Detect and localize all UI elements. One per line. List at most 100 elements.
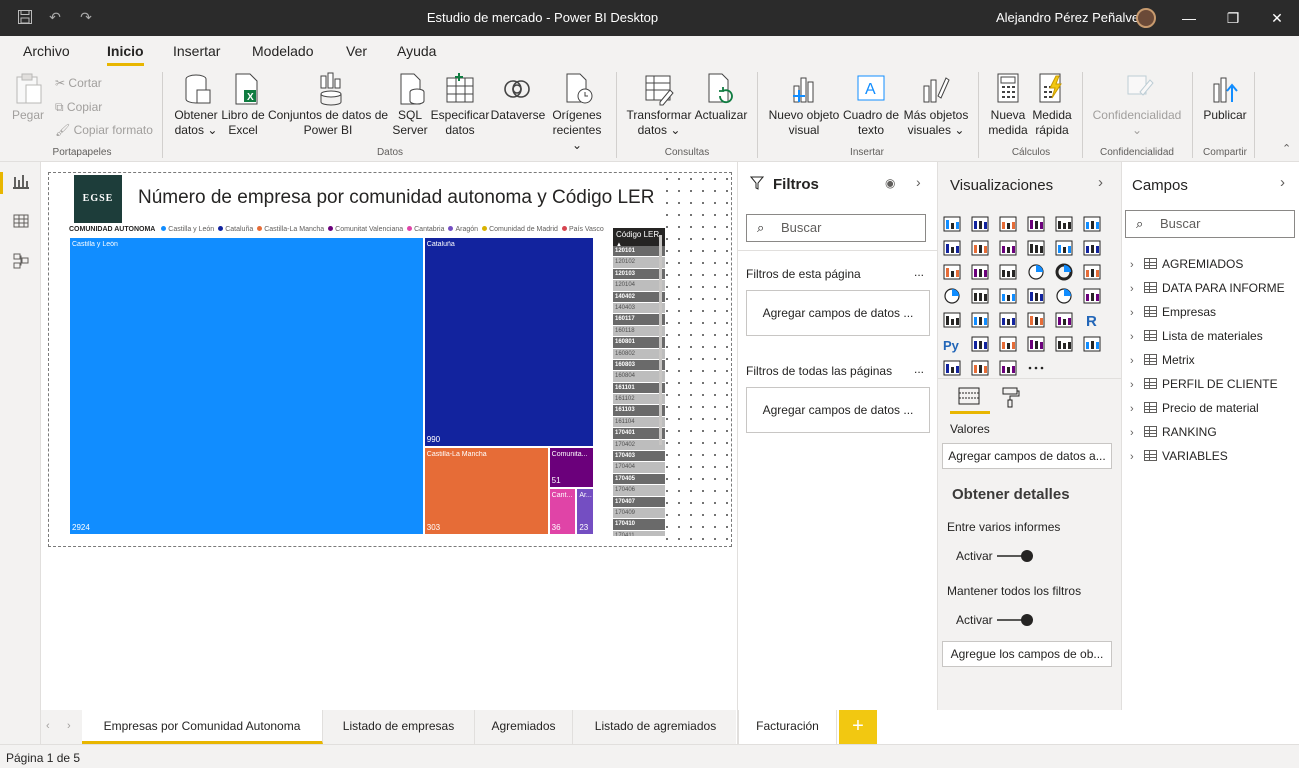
smart-narrative-icon[interactable] [1026, 334, 1046, 354]
qa-icon[interactable] [998, 334, 1018, 354]
treemap-tile[interactable]: Cataluña 990 [423, 237, 594, 448]
slicer-item[interactable]: 170406 [613, 485, 665, 497]
expand-chevron-icon[interactable]: › [1130, 283, 1142, 295]
slicer-item[interactable]: 170410 [613, 519, 665, 531]
field-table-item[interactable]: › Metrix [1130, 353, 1195, 367]
r-visual-icon[interactable]: R [1082, 310, 1102, 330]
slicer-item[interactable]: 160117 [613, 314, 665, 326]
get-data-button[interactable]: Obtener datos ⌄ [170, 108, 222, 138]
expand-chevron-icon[interactable]: › [1130, 403, 1142, 415]
tab-insertar[interactable]: Insertar [173, 43, 220, 59]
gauge-icon[interactable] [1054, 286, 1074, 306]
stacked-column-icon[interactable] [970, 214, 990, 234]
slicer-item[interactable]: 160802 [613, 348, 665, 360]
avatar[interactable] [1136, 8, 1156, 28]
datasets-button[interactable]: Conjuntos de datos de Power BI [266, 108, 390, 138]
ribbon-icon[interactable] [1082, 238, 1102, 258]
all-filters-more[interactable]: ... [914, 362, 924, 376]
clustered-column-icon[interactable] [1026, 214, 1046, 234]
filters-search-input[interactable]: ⌕ Buscar [746, 214, 926, 242]
keep-filters-toggle[interactable] [996, 613, 1034, 627]
slicer-item[interactable]: 170404 [613, 462, 665, 474]
field-table-item[interactable]: › VARIABLES [1130, 449, 1228, 463]
filled-map-icon[interactable] [970, 286, 990, 306]
pie-icon[interactable] [1026, 262, 1046, 282]
more-icon[interactable] [1026, 358, 1046, 378]
azure-map-icon[interactable] [1026, 286, 1046, 306]
area-icon[interactable] [970, 238, 990, 258]
quick-measure-button[interactable]: Medida rápida [1028, 108, 1076, 138]
treemap-visual[interactable]: EGSE Número de empresa por comunidad aut… [48, 172, 732, 547]
values-drop[interactable]: Agregar campos de datos a... [942, 443, 1112, 469]
decomposition-icon[interactable] [998, 358, 1018, 378]
ler-slicer[interactable]: Código LER ▲ 120101 120102 120103 120104 1404… [613, 228, 665, 536]
tab-ver[interactable]: Ver [346, 43, 367, 59]
cross-report-toggle[interactable] [996, 549, 1034, 563]
format-painter-button[interactable]: 🖌 Copiar formato [55, 123, 153, 137]
slicer-icon[interactable] [998, 310, 1018, 330]
expand-chevron-icon[interactable]: › [1130, 355, 1142, 367]
restore-icon[interactable]: ❐ [1221, 6, 1245, 30]
treemap-icon[interactable] [1082, 262, 1102, 282]
page-tab-listado-agremiados[interactable]: Listado de agremiados [573, 710, 739, 744]
slicer-item[interactable]: 160803 [613, 359, 665, 372]
matrix-icon[interactable] [1054, 310, 1074, 330]
page-tab-listado-empresas[interactable]: Listado de empresas [323, 710, 475, 744]
paginated-icon[interactable] [1054, 334, 1074, 354]
slicer-item[interactable]: 170401 [613, 428, 665, 440]
slicer-item[interactable]: 170411 [613, 530, 665, 536]
donut-icon[interactable] [1054, 262, 1074, 282]
slicer-item[interactable]: 170407 [613, 496, 665, 508]
slicer-item[interactable]: 160118 [613, 325, 665, 338]
field-table-item[interactable]: › DATA PARA INFORME [1130, 281, 1285, 295]
legend-item[interactable]: Castilla y León [168, 226, 214, 233]
legend-item[interactable]: Cataluña [225, 226, 253, 233]
power-automate-icon[interactable] [1082, 334, 1102, 354]
100-column-icon[interactable] [1082, 214, 1102, 234]
more-visuals-button[interactable]: Más objetos visuales ⌄ [900, 108, 972, 138]
slicer-item[interactable]: 161102 [613, 394, 665, 406]
tab-modelado[interactable]: Modelado [252, 43, 314, 59]
format-tab[interactable] [1000, 386, 1020, 413]
textbox-button[interactable]: Cuadro de texto [842, 108, 900, 138]
map-icon[interactable] [942, 286, 962, 306]
enter-data-button[interactable]: Especificar datos [430, 108, 490, 138]
publish-button[interactable]: Publicar [1196, 108, 1254, 123]
field-table-item[interactable]: › RANKING [1130, 425, 1217, 439]
page-filters-drop[interactable]: Agregar campos de datos ... [746, 290, 930, 336]
key-influencers-icon[interactable] [970, 334, 990, 354]
collapse-filters-icon[interactable]: › [916, 174, 921, 190]
shape-map-icon[interactable] [998, 286, 1018, 306]
collapse-fields-icon[interactable]: › [1280, 174, 1285, 191]
multirow-card-icon[interactable] [942, 310, 962, 330]
slicer-item[interactable]: 170403 [613, 451, 665, 463]
tab-ayuda[interactable]: Ayuda [397, 43, 436, 59]
slicer-item[interactable]: 161101 [613, 382, 665, 395]
collapse-viz-icon[interactable]: › [1098, 174, 1103, 191]
field-table-item[interactable]: › Lista de materiales [1130, 329, 1263, 343]
line-column-icon[interactable] [1026, 238, 1046, 258]
fields-search-input[interactable]: ⌕ Buscar [1125, 210, 1295, 238]
copy-button[interactable]: ⧉ Copiar [55, 100, 102, 115]
all-filters-drop[interactable]: Agregar campos de datos ... [746, 387, 930, 433]
field-table-item[interactable]: › Precio de material [1130, 401, 1259, 415]
expand-chevron-icon[interactable]: › [1130, 427, 1142, 439]
legend-item[interactable]: Cantabria [414, 226, 444, 233]
card-icon[interactable] [1082, 286, 1102, 306]
dataverse-button[interactable]: Dataverse [490, 108, 546, 123]
slicer-item[interactable]: 120101 [613, 246, 665, 258]
slicer-item[interactable]: 120102 [613, 257, 665, 269]
line-icon[interactable] [942, 238, 962, 258]
sql-server-button[interactable]: SQL Server [390, 108, 430, 138]
slicer-item[interactable]: 140403 [613, 302, 665, 315]
arcgis-icon[interactable] [942, 358, 962, 378]
add-page-button[interactable]: + [839, 710, 877, 744]
refresh-button[interactable]: Actualizar [692, 108, 750, 123]
expand-chevron-icon[interactable]: › [1130, 331, 1142, 343]
data-view-icon[interactable] [11, 212, 31, 232]
drill-drop[interactable]: Agregue los campos de ob... [942, 641, 1112, 667]
power-apps-icon[interactable] [970, 358, 990, 378]
legend-item[interactable]: Aragón [455, 226, 478, 233]
line-clustered-icon[interactable] [1054, 238, 1074, 258]
collapse-ribbon-icon[interactable]: ⌃ [1282, 142, 1291, 155]
